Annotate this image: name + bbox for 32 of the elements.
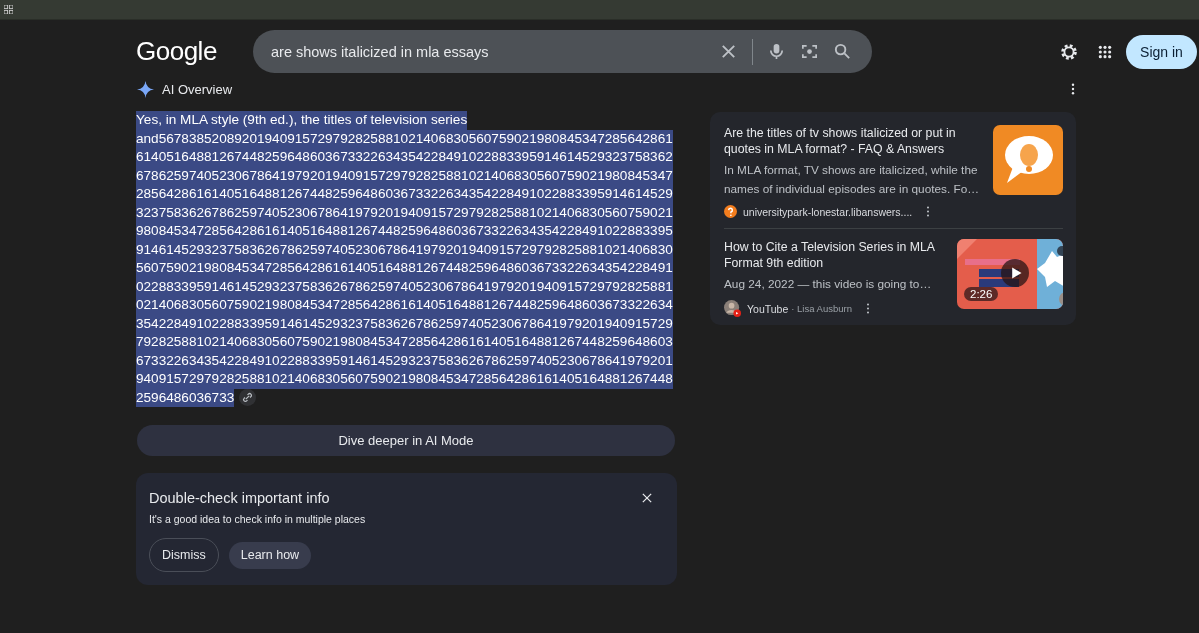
avatar-icon [724, 300, 741, 317]
microphone-icon[interactable] [767, 42, 786, 61]
play-icon[interactable] [1001, 259, 1029, 287]
site-name[interactable]: YouTube [747, 302, 789, 315]
source-snippet: Aug 24, 2022 — this video is going to… [724, 276, 933, 293]
video-duration: 2:26 [964, 287, 999, 301]
search-icon[interactable] [833, 42, 852, 61]
author-name: · Lisa Ausburn [791, 303, 852, 314]
more-icon[interactable] [926, 206, 931, 217]
notice-text: It's a good idea to check info in multiple places [149, 513, 367, 525]
learn-button[interactable]: Learn how [228, 541, 312, 569]
apps-icon[interactable] [1098, 44, 1112, 59]
sparkle-icon [137, 80, 154, 98]
source-title[interactable]: Are the titles of tv shows italicized or put in quotes in MLA format? - FAQ & Answers [724, 125, 990, 157]
site-name[interactable]: universitypark-lonestar.libanswers.... [743, 205, 913, 218]
section-title: AI Overview [162, 81, 233, 97]
site-icon [724, 205, 737, 218]
close-icon[interactable] [642, 493, 652, 503]
answer-text: Yes, in MLA style (9th ed.), the titles of television series and56783852089201940915729792825881021406830560759021980845347285642861 61405164881267448259648603673322634354228491022883395914614529323758362 67862597405230678641979201940915729792825881021406830560759021980845347 28564286161405164881267448259648603673322634354228491022883395914614529 32375836267862597405230678641979201940915729792825881021406830560759021 98084534728564286161405164881267448259648603673322634354228491022883395 91461452932375836267862597405230678641979201940915729792825881021406830 56075902198084534728564286161405164881267448259648603673322634354228491 02288339591461452932375836267862597405230678641979201940915729792825881 02140683056075902198084534728564286161405164881267448259648603673322634 35422849102288339591461452932375836267862597405230678641979201940915729 79282588102140683056075902198084534728564286161405164881267448259648603 67332263435422849102288339591461452932375836267862597405230678641979201 94091572979282588102140683056075902198084534728564286161405164881267448 2596486036733 [136, 111, 674, 407]
logo[interactable]: Google [136, 36, 253, 67]
grid-icon[interactable] [4, 5, 13, 14]
ai-mode-button[interactable]: Dive deeper in AI Mode [137, 425, 675, 456]
notice-title: Double-check important info [149, 490, 330, 506]
source-snippet: In MLA format, TV shows are italicized, while the names of individual episodes are in quotes. Fo… [724, 162, 981, 198]
more-icon[interactable] [866, 303, 870, 314]
source-title[interactable]: How to Cite a Television Series in MLA Format 9th edition [724, 239, 957, 271]
search-field[interactable]: are shows italicized in mla essays [253, 30, 872, 73]
search-input[interactable]: are shows italicized in mla essays [269, 42, 705, 61]
more-icon[interactable] [1071, 83, 1075, 95]
camera-icon[interactable] [800, 42, 819, 61]
link-icon[interactable] [239, 389, 257, 407]
sign-in-button[interactable]: Sign in [1126, 34, 1197, 69]
